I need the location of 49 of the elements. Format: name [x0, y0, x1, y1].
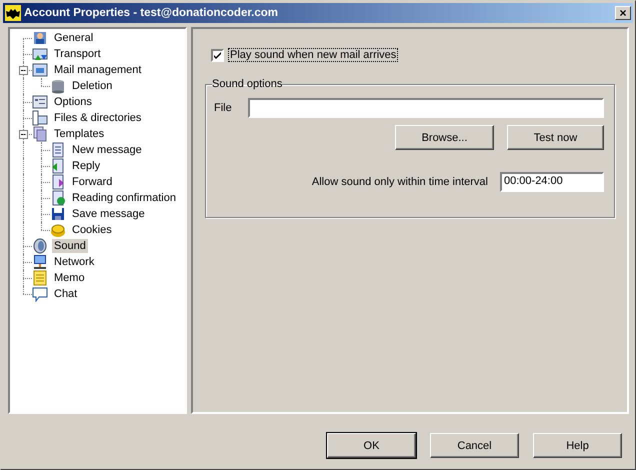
tree-item[interactable]: Deletion [70, 79, 114, 93]
list-icon [32, 94, 48, 110]
tree-item[interactable]: Reply [70, 159, 102, 173]
checkbox-label[interactable]: Play sound when new mail arrives [228, 48, 398, 62]
page-icon [50, 142, 66, 158]
tree-item[interactable]: Chat [52, 287, 80, 301]
tree-item[interactable]: Sound [52, 239, 88, 253]
close-button[interactable]: × [615, 6, 631, 20]
tree-item[interactable]: Cookies [70, 223, 114, 237]
tree-item[interactable]: Mail management [52, 63, 144, 77]
test-button[interactable]: Test now [507, 125, 604, 150]
tree-item[interactable]: General [52, 31, 96, 45]
tree-item[interactable]: Transport [52, 47, 103, 61]
checkbox[interactable] [211, 48, 224, 62]
interval-field[interactable]: 00:00-24:00 [500, 172, 604, 192]
check-mark-icon [214, 52, 221, 58]
tree-item[interactable]: Save message [70, 207, 147, 221]
dialog-button[interactable]: Help [533, 433, 622, 458]
folder-tree-icon [32, 110, 48, 126]
bin-icon [50, 78, 66, 94]
person-icon [32, 30, 48, 46]
tree-item[interactable]: New message [70, 143, 144, 157]
collapse-icon[interactable] [19, 130, 28, 139]
tree-item[interactable]: Options [52, 95, 94, 109]
tree-item[interactable]: Templates [52, 127, 106, 141]
browse-button[interactable]: Browse... [395, 125, 494, 150]
window-title: Account Properties - test@donationcoder.com [24, 7, 280, 19]
file-label: File [214, 102, 232, 114]
dialog-button[interactable]: OK [327, 433, 416, 458]
pages-icon [32, 126, 48, 142]
forward-icon [50, 174, 66, 190]
speaker-icon [32, 238, 48, 254]
group-title: Sound options [212, 78, 282, 90]
tree-item[interactable]: Memo [52, 271, 87, 285]
file-field[interactable] [248, 98, 604, 118]
tree-item[interactable]: Network [52, 255, 96, 269]
note-icon [32, 270, 48, 286]
tree-item[interactable]: Files & directories [52, 111, 144, 125]
bat-logo-icon [5, 5, 21, 21]
collapse-icon[interactable] [19, 66, 28, 75]
speech-bubble-icon [32, 286, 48, 302]
reply-icon [50, 158, 66, 174]
tree-item[interactable]: Forward [70, 175, 114, 189]
computer-icon [32, 254, 48, 270]
check-page-icon [50, 190, 66, 206]
cookie-icon [50, 222, 66, 238]
interval-label: Allow sound only within time interval [312, 176, 488, 188]
tree-item[interactable]: Reading confirmation [70, 191, 178, 205]
dialog-button[interactable]: Cancel [430, 433, 519, 458]
